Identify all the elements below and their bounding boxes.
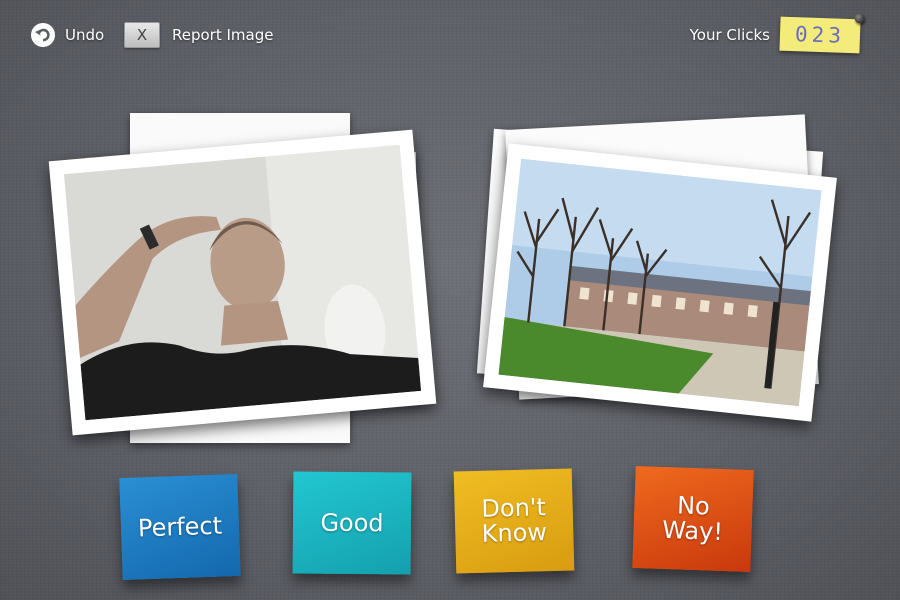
left-photo-card[interactable]: [48, 129, 437, 436]
pushpin-icon: [854, 13, 865, 24]
rating-dont-know-label: Don't Know: [481, 493, 548, 548]
park-photo: [498, 158, 822, 407]
undo-button[interactable]: Undo: [30, 22, 104, 48]
report-close-icon: X: [124, 22, 160, 48]
rating-good-label: Good: [320, 508, 384, 537]
clicks-counter: Your Clicks 023: [689, 13, 865, 54]
report-image-button[interactable]: X Report Image: [124, 22, 273, 48]
rating-perfect-label: Perfect: [137, 511, 223, 542]
undo-icon: [31, 23, 55, 47]
rating-no-way-button[interactable]: No Way!: [632, 465, 754, 573]
clicks-sticky-note: 023: [779, 13, 865, 54]
rating-good-button[interactable]: Good: [292, 471, 412, 575]
clicks-label: Your Clicks: [689, 26, 770, 44]
report-image-label: Report Image: [172, 26, 274, 44]
undo-label: Undo: [65, 26, 105, 44]
rating-perfect-button[interactable]: Perfect: [119, 473, 241, 581]
rating-dont-know-button[interactable]: Don't Know: [453, 468, 575, 574]
rating-no-way-label: No Way!: [661, 491, 724, 547]
report-icon-text: X: [136, 26, 148, 44]
right-photo-card[interactable]: [483, 143, 837, 422]
clicks-value: 023: [794, 22, 846, 48]
portrait-photo: [63, 144, 422, 421]
